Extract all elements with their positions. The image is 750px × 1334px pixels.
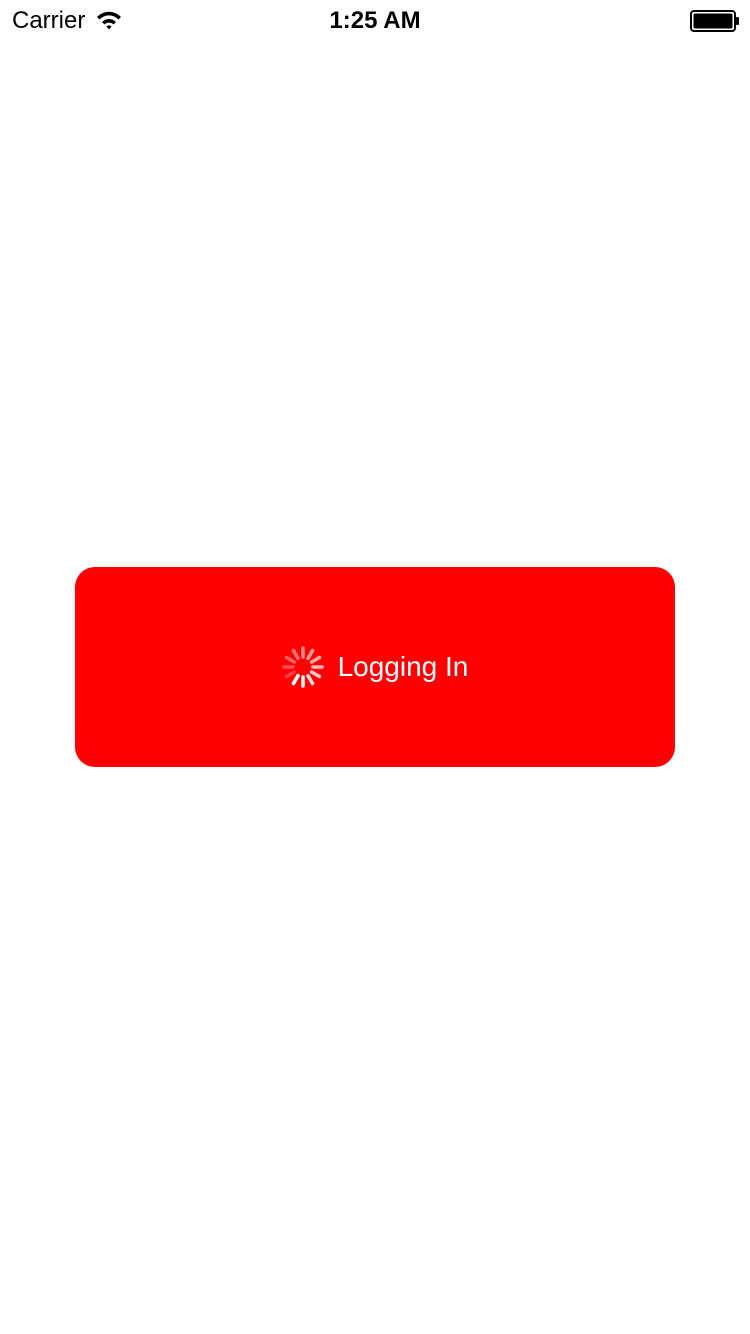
status-time: 1:25 AM (329, 7, 421, 34)
spinner-spoke (305, 648, 314, 661)
status-bar: Carrier 1:25 AM (0, 0, 750, 40)
activity-spinner-icon (281, 646, 324, 688)
spinner-spoke (291, 673, 300, 686)
spinner-spoke (284, 655, 296, 664)
battery-full-icon (690, 10, 739, 32)
spinner-spoke (309, 670, 321, 679)
spinner-spoke (309, 655, 321, 664)
spinner-spoke (291, 648, 300, 661)
spinner-spoke (284, 670, 296, 679)
login-button-label: Logging In (337, 651, 469, 682)
login-button[interactable]: Logging In (75, 567, 675, 767)
spinner-spoke (305, 673, 314, 686)
